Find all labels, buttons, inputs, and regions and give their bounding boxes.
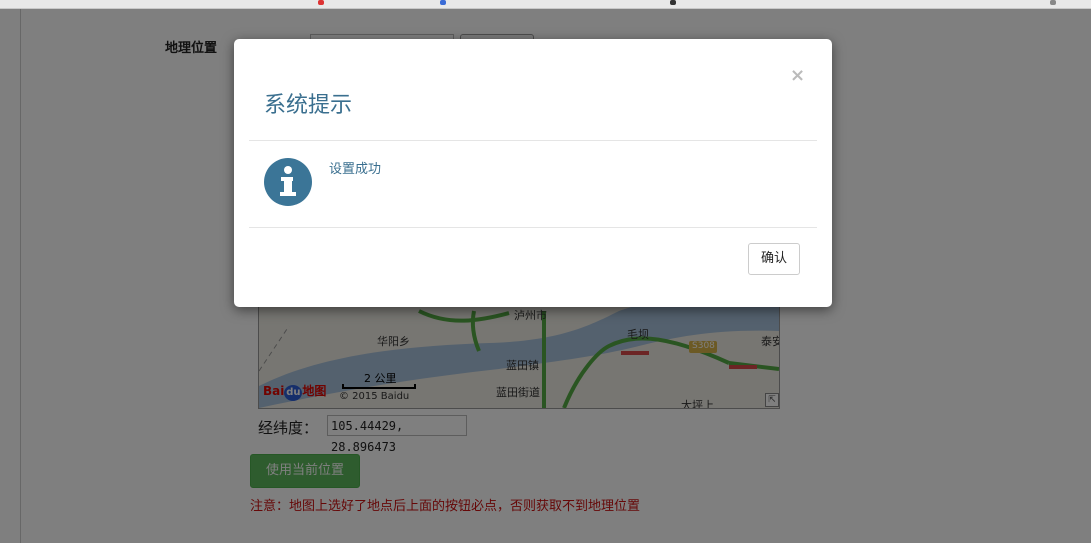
close-icon[interactable]: × [790,65,805,86]
confirm-button[interactable]: 确认 [748,243,800,275]
toolbar-icon[interactable] [318,0,324,5]
toolbar-icon[interactable] [440,0,446,5]
browser-toolbar-strip [0,0,1091,9]
info-glyph [280,166,296,196]
toolbar-icon[interactable] [1050,0,1056,5]
toolbar-icon[interactable] [670,0,676,5]
dialog-message: 设置成功 [329,162,382,177]
info-icon [264,158,312,206]
system-alert-dialog: × 系统提示 设置成功 确认 [234,39,832,307]
dialog-title: 系统提示 [264,93,353,118]
footer-divider [249,227,817,228]
header-divider [249,140,817,141]
